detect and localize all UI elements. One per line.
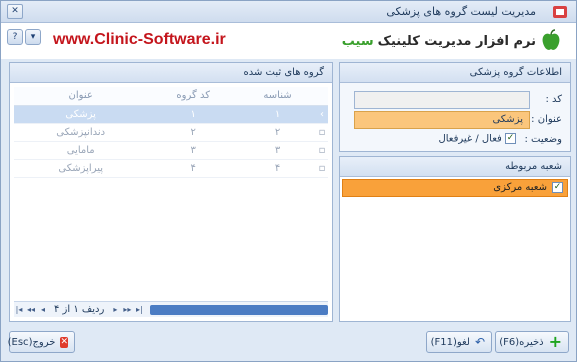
next-icon[interactable]: ▸ — [110, 304, 120, 316]
branch-item-label: شعبه مرکزی — [493, 182, 547, 193]
cell-id: ۱ — [239, 105, 316, 124]
code-row: کد : — [340, 91, 570, 109]
horizontal-scrollbar[interactable] — [150, 304, 328, 315]
undo-icon: ↶ — [474, 335, 485, 349]
name-row: عنوان : پزشکی — [340, 111, 570, 129]
status-label: وضعیت : — [524, 134, 562, 145]
close-icon: ✕ — [60, 336, 68, 348]
row-expand-icon: ▫ — [316, 159, 328, 178]
logo-text: نرم افزار مدیریت کلینیک — [377, 33, 536, 49]
prev-icon[interactable]: ◂ — [38, 304, 48, 316]
table-row[interactable]: › ۱ ۱ پزشکی — [14, 105, 328, 124]
exit-button[interactable]: ✕ خروج(Esc) — [7, 331, 75, 353]
plus-icon: + — [548, 332, 562, 351]
undo-button-label: لغو(F11) — [430, 336, 470, 348]
logo: نرم افزار مدیریت کلینیک سیب — [342, 28, 562, 54]
exit-button-label: خروج(Esc) — [7, 336, 56, 348]
cell-name: پیراپزشکی — [14, 159, 148, 178]
last-page-icon[interactable]: ▸| — [134, 304, 144, 316]
window-title: مدیریت لیست گروه های پزشکی — [386, 5, 536, 18]
branch-title: شعبه مربوطه — [340, 157, 570, 177]
status-row: وضعیت : ✓ فعال / غیرفعال — [340, 131, 570, 149]
code-field[interactable] — [354, 91, 530, 109]
group-info-title: اطلاعات گروه پزشکی — [340, 63, 570, 83]
row-expand-icon: ▫ — [316, 123, 328, 142]
groups-table: شناسه کد گروه عنوان › ۱ ۱ پزشکی ▫ ۲ ۲ دن… — [14, 87, 328, 178]
window-controls: ✕ — [7, 4, 23, 19]
row-expand-icon: ▫ — [316, 141, 328, 160]
table-header-row: شناسه کد گروه عنوان — [14, 87, 328, 106]
groups-grid-panel: گروه های ثبت شده شناسه کد گروه عنوان › ۱… — [9, 62, 333, 322]
cell-name: پزشکی — [14, 105, 148, 124]
record-position: ردیف ۱ از ۴ — [54, 304, 105, 315]
name-field[interactable]: پزشکی — [354, 111, 530, 129]
table-row[interactable]: ▫ ۲ ۲ دندانپزشکی — [14, 123, 328, 142]
save-button[interactable]: + ذخیره(F6) — [495, 331, 569, 353]
prev-page-icon[interactable]: ◂◂ — [26, 304, 36, 316]
status-checkbox[interactable]: ✓ — [505, 133, 516, 144]
header-banner: ? ▾ www.Clinic-Software.ir نرم افزار مدی… — [1, 23, 576, 59]
cell-id: ۳ — [239, 141, 316, 160]
groups-grid-title: گروه های ثبت شده — [10, 63, 332, 83]
grid-navigator: |◂ ◂◂ ◂ ردیف ۱ از ۴ ▸ ▸▸ ▸| — [14, 301, 328, 317]
branch-checkbox[interactable]: ✓ — [552, 182, 563, 193]
table-row[interactable]: ▫ ۳ ۳ مامایی — [14, 141, 328, 160]
cell-code: ۳ — [147, 141, 240, 160]
save-button-label: ذخیره(F6) — [499, 336, 544, 348]
column-header-id[interactable]: شناسه — [239, 87, 316, 106]
website-url[interactable]: www.Clinic-Software.ir — [53, 31, 226, 49]
help-icon[interactable]: ? — [7, 29, 23, 45]
status-checkbox-group[interactable]: ✓ فعال / غیرفعال — [438, 133, 516, 145]
mini-menu: ? ▾ — [7, 29, 41, 45]
first-page-icon[interactable]: |◂ — [14, 304, 24, 316]
table-row[interactable]: ▫ ۴ ۴ پیراپزشکی — [14, 159, 328, 178]
app-icon — [553, 6, 567, 18]
cell-name: مامایی — [14, 141, 148, 160]
logo-brand: سیب — [341, 33, 374, 49]
main-window: ✕ مدیریت لیست گروه های پزشکی ? ▾ www.Cli… — [0, 0, 577, 362]
branch-panel: شعبه مربوطه ✓ شعبه مرکزی — [339, 156, 571, 322]
next-page-icon[interactable]: ▸▸ — [122, 304, 132, 316]
row-indicator-header — [316, 87, 328, 106]
title-bar: ✕ مدیریت لیست گروه های پزشکی — [1, 1, 576, 23]
cell-id: ۲ — [239, 123, 316, 142]
cell-code: ۴ — [147, 159, 240, 178]
cell-code: ۲ — [147, 123, 240, 142]
row-pointer-icon: › — [316, 105, 328, 124]
column-header-name[interactable]: عنوان — [14, 87, 148, 106]
column-header-code[interactable]: کد گروه — [147, 87, 240, 106]
status-checkbox-label: فعال / غیرفعال — [438, 133, 502, 145]
apple-logo-icon — [542, 29, 560, 50]
cell-name: دندانپزشکی — [14, 123, 148, 142]
cell-id: ۴ — [239, 159, 316, 178]
name-label: عنوان : — [531, 114, 562, 125]
close-icon[interactable]: ✕ — [7, 4, 23, 19]
group-info-panel: اطلاعات گروه پزشکی کد : عنوان : پزشکی وض… — [339, 62, 571, 152]
dropdown-icon[interactable]: ▾ — [25, 29, 41, 45]
code-label: کد : — [545, 94, 562, 105]
branch-item[interactable]: ✓ شعبه مرکزی — [342, 179, 568, 197]
undo-button[interactable]: ↶ لغو(F11) — [426, 331, 492, 353]
cell-code: ۱ — [147, 105, 240, 124]
